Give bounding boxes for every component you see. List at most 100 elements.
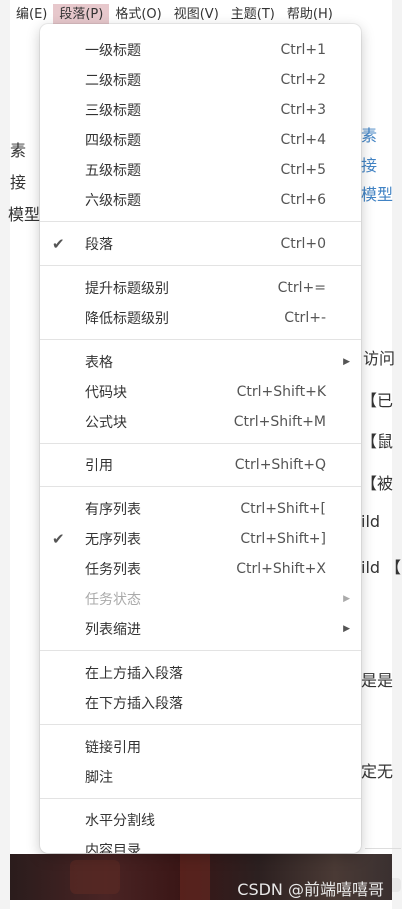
menu-item-label: 四级标题 [85,133,141,149]
submenu-arrow-icon: ▶ [343,624,350,634]
menu-separator [40,486,361,487]
menu-item-label: 二级标题 [85,73,141,89]
window-frame-left [0,0,10,909]
menu-item-shortcut: Ctrl+Shift+X [236,561,326,577]
menu-separator [40,443,361,444]
horizontal-rule [365,848,401,849]
bg-link-right[interactable]: 接 [361,152,377,176]
menu-separator [40,650,361,651]
photo-detail [180,854,210,900]
menu-separator [40,221,361,222]
bg-link-right[interactable]: 模型 [361,181,393,205]
window-frame-right [392,0,402,909]
bg-text-right: 是是 [361,671,394,690]
checkmark-icon: ✔ [52,235,65,253]
menu-item-shortcut: Ctrl+- [284,310,326,326]
menu-item-promote-heading[interactable]: 提升标题级别 Ctrl+= [40,273,361,303]
menu-item-shortcut: Ctrl+= [277,280,326,296]
menu-item-shortcut: Ctrl+Shift+M [233,414,326,430]
menu-item-label: 段落 [85,237,113,253]
menu-item-quote[interactable]: 引用 Ctrl+Shift+Q [40,450,361,480]
menu-item-shortcut: Ctrl+Shift+] [240,531,326,547]
bg-text-right: 定无 [361,762,394,781]
bg-text-right: 【已 [361,391,394,410]
menu-item-shortcut: Ctrl+1 [280,42,326,58]
submenu-arrow-icon: ▶ [343,594,350,604]
bg-text-left: 素 [10,141,27,160]
menu-item-shortcut: Ctrl+Shift+K [236,384,326,400]
bg-text-left: 接 [10,173,27,192]
menu-item-insert-above[interactable]: 在上方插入段落 [40,658,361,688]
menu-item-heading-3[interactable]: 三级标题 Ctrl+3 [40,95,361,125]
menu-item-insert-below[interactable]: 在下方插入段落 [40,688,361,718]
menu-item-heading-2[interactable]: 二级标题 Ctrl+2 [40,65,361,95]
menu-item-label: 有序列表 [85,502,141,518]
menu-item-label: 任务状态 [85,592,141,608]
menu-item-label: 在下方插入段落 [85,696,183,712]
menu-item-code-block[interactable]: 代码块 Ctrl+Shift+K [40,377,361,407]
menu-item-label: 引用 [85,458,113,474]
menu-item-ordered-list[interactable]: 有序列表 Ctrl+Shift+[ [40,494,361,524]
menu-item-label: 六级标题 [85,193,141,209]
menu-view[interactable]: 视图(V) [168,4,225,26]
menu-separator [40,265,361,266]
menu-paragraph[interactable]: 段落(P) [53,4,110,26]
menu-item-horizontal-rule[interactable]: 水平分割线 [40,805,361,835]
watermark: CSDN @前端嘻嘻哥 [237,880,384,899]
checkmark-icon: ✔ [52,530,65,548]
menu-theme[interactable]: 主题(T) [225,4,281,26]
bg-text-right: 访问 [363,349,396,368]
menu-separator [40,724,361,725]
menu-item-label: 提升标题级别 [85,281,169,297]
menu-item-label: 代码块 [85,385,127,401]
menu-item-label: 一级标题 [85,43,141,59]
menu-item-task-list[interactable]: 任务列表 Ctrl+Shift+X [40,554,361,584]
menu-item-shortcut: Ctrl+4 [280,132,326,148]
menu-item-label: 脚注 [85,770,113,786]
menu-item-unordered-list[interactable]: ✔ 无序列表 Ctrl+Shift+] [40,524,361,554]
menu-item-heading-1[interactable]: 一级标题 Ctrl+1 [40,35,361,65]
menu-item-shortcut: Ctrl+5 [280,162,326,178]
menu-item-label: 在上方插入段落 [85,666,183,682]
bg-text-right: 【被 [361,474,394,493]
menu-item-label: 列表缩进 [85,622,141,638]
menu-item-shortcut: Ctrl+6 [280,192,326,208]
bg-text-right: ild [361,512,381,531]
menu-item-label: 内容目录 [85,843,141,853]
menu-item-label: 公式块 [85,415,127,431]
menu-help[interactable]: 帮助(H) [281,4,339,26]
menu-item-label: 水平分割线 [85,813,155,829]
menu-item-shortcut: Ctrl+0 [280,236,326,252]
menu-item-label: 表格 [85,355,113,371]
menu-item-shortcut: Ctrl+2 [280,72,326,88]
bg-text-right: ild 【 [361,558,402,577]
menu-item-demote-heading[interactable]: 降低标题级别 Ctrl+- [40,303,361,333]
menu-item-label: 降低标题级别 [85,311,169,327]
menu-item-heading-6[interactable]: 六级标题 Ctrl+6 [40,185,361,215]
menu-item-label: 链接引用 [85,740,141,756]
bg-text-right: 【鼠 [361,432,394,451]
menu-format[interactable]: 格式(O) [109,4,167,26]
paragraph-dropdown-menu: 一级标题 Ctrl+1 二级标题 Ctrl+2 三级标题 Ctrl+3 四级标题… [40,24,361,853]
menu-item-math-block[interactable]: 公式块 Ctrl+Shift+M [40,407,361,437]
submenu-arrow-icon: ▶ [343,357,350,367]
menu-item-toc[interactable]: 内容目录 [40,835,361,853]
menu-edit[interactable]: 编(E) [10,4,53,26]
menu-item-heading-5[interactable]: 五级标题 Ctrl+5 [40,155,361,185]
menu-item-label: 三级标题 [85,103,141,119]
menu-item-footnote[interactable]: 脚注 [40,762,361,792]
menu-item-label: 无序列表 [85,532,141,548]
menu-item-link-reference[interactable]: 链接引用 [40,732,361,762]
menu-item-heading-4[interactable]: 四级标题 Ctrl+4 [40,125,361,155]
menu-item-task-status: 任务状态 ▶ [40,584,361,614]
menu-item-table[interactable]: 表格 ▶ [40,347,361,377]
menu-item-label: 五级标题 [85,163,141,179]
menu-item-label: 任务列表 [85,562,141,578]
menu-item-paragraph[interactable]: ✔ 段落 Ctrl+0 [40,229,361,259]
bg-text-left: 模型 [8,205,41,224]
bg-link-right[interactable]: 素 [361,122,377,146]
menu-item-shortcut: Ctrl+3 [280,102,326,118]
menu-item-shortcut: Ctrl+Shift+Q [234,457,326,473]
menu-item-list-indent[interactable]: 列表缩进 ▶ [40,614,361,644]
photo-detail [70,860,120,894]
